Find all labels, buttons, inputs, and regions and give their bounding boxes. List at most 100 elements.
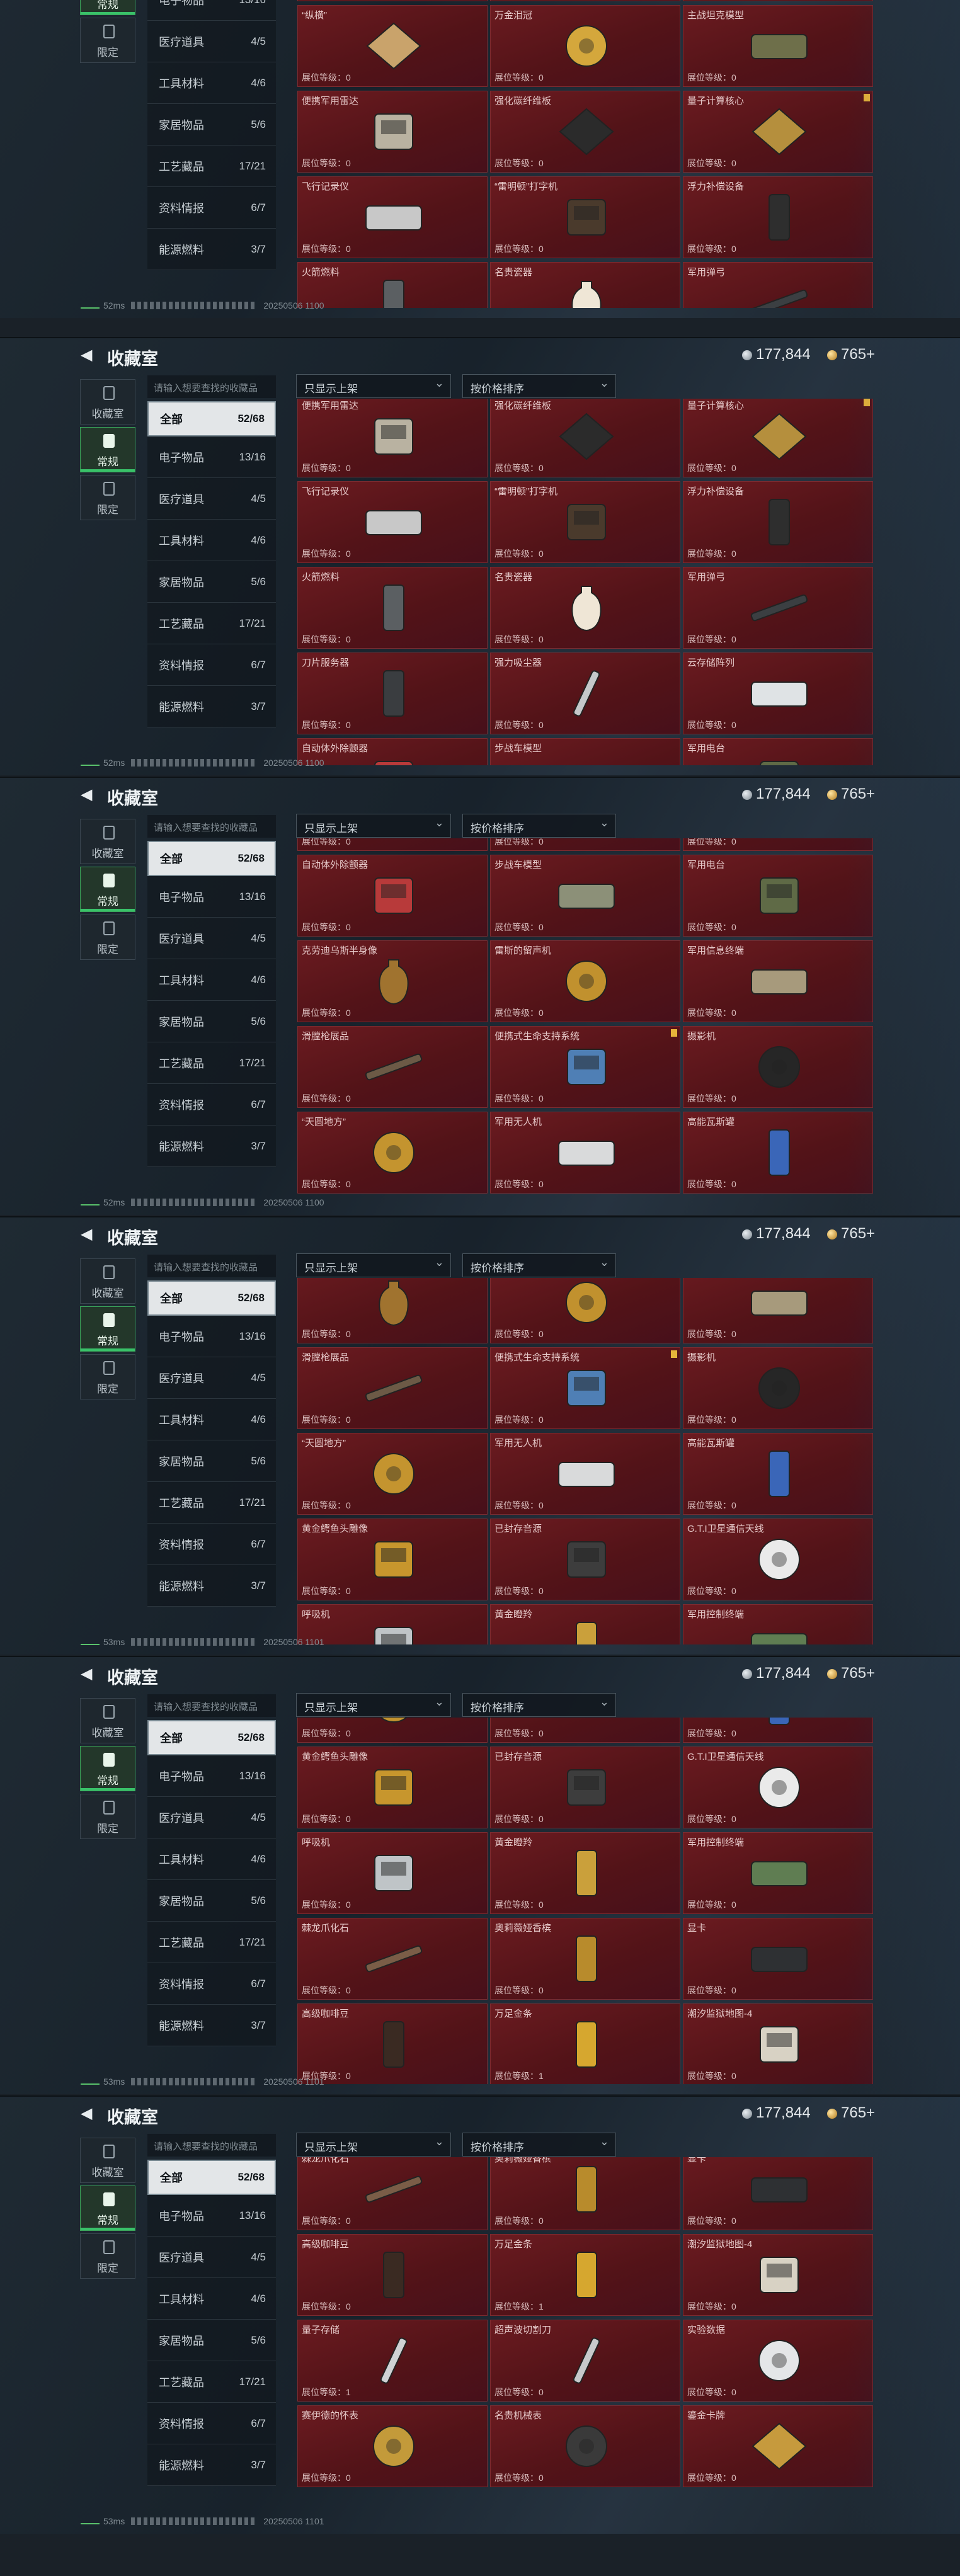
collection-card[interactable]: “天圆地方” 展位等级：0 (297, 1433, 488, 1515)
tab-limited[interactable]: 限定 (80, 18, 135, 63)
tab-collection[interactable]: 收藏室 (80, 1698, 135, 1743)
collection-card[interactable]: G.T.I卫星通信天线 展位等级：0 (683, 1747, 873, 1828)
category-item[interactable]: 全部 52/68 (147, 1720, 276, 1755)
collection-card[interactable]: 滑膛枪展品 展位等级：0 (297, 1347, 488, 1429)
collection-card[interactable]: 复苏呼吸机展位等级：0 (297, 0, 488, 1)
category-item[interactable]: 工具材料 4/6 (147, 959, 276, 1001)
collection-card[interactable]: 刀片服务器展位等级：0 (297, 653, 488, 734)
search-input[interactable]: 请输入想要查找的收藏品 (147, 1694, 276, 1717)
category-item[interactable]: 工具材料 4/6 (147, 1838, 276, 1880)
collection-card[interactable]: “雷明顿”打字机 展位等级：0 (490, 481, 680, 563)
tab-limited[interactable]: 限定 (80, 915, 135, 960)
collection-card[interactable]: 黄金鳄鱼头雕像 展位等级：0 (297, 1747, 488, 1828)
tab-limited[interactable]: 限定 (80, 2233, 135, 2279)
sort-dropdown[interactable]: 按价格排序 (462, 374, 616, 398)
collection-card[interactable]: 强力吸尘器展位等级：0 (490, 838, 680, 851)
collection-card[interactable]: “纵横” 展位等级：0 (297, 5, 488, 87)
tab-regular[interactable]: 常规 (80, 1306, 135, 1352)
tab-limited[interactable]: 限定 (80, 1794, 135, 1839)
collection-card[interactable]: 名贵瓷器展位等级：0 (490, 567, 680, 649)
category-item[interactable]: 全部 52/68 (147, 2160, 276, 2195)
category-item[interactable]: 工艺藏品 17/21 (147, 1922, 276, 1963)
collection-card[interactable]: 黄金瞪羚展位等级：0 (490, 1604, 680, 1644)
collection-card[interactable]: 军用信息终端展位等级：0 (683, 1278, 873, 1343)
tab-regular[interactable]: 常规 (80, 2186, 135, 2231)
collection-card[interactable]: 军用电台展位等级：0 (683, 855, 873, 937)
category-item[interactable]: 全部 52/68 (147, 401, 276, 436)
category-item[interactable]: 工具材料 4/6 (147, 520, 276, 561)
collection-card[interactable]: 万金泪冠 展位等级：0 (490, 5, 680, 87)
collection-card[interactable]: 火箭燃料展位等级：0 (297, 567, 488, 649)
collection-card[interactable]: 军用无人机展位等级：0 (490, 1718, 680, 1743)
collection-card[interactable]: 便携式生命支持系统 展位等级：0 (490, 1026, 680, 1108)
collection-card[interactable]: 黄金瞪羚展位等级：0 (490, 1832, 680, 1914)
category-item[interactable]: 能源燃料 3/7 (147, 1126, 276, 1167)
collection-card[interactable]: 克劳迪乌斯半身像展位等级：0 (297, 1278, 488, 1343)
sort-dropdown[interactable]: 按价格排序 (462, 1253, 616, 1277)
collection-card[interactable]: 滑膛枪展品 展位等级：0 (297, 1026, 488, 1108)
collection-card[interactable]: 名贵瓷器展位等级：0 (490, 262, 680, 308)
collection-card[interactable]: 黄金鳄鱼头雕像 展位等级：0 (297, 1519, 488, 1600)
collection-card[interactable]: 步战车模型展位等级：0 (490, 855, 680, 937)
collection-card[interactable]: 超声波切割刀 展位等级：0 (490, 2320, 680, 2402)
filter-dropdown[interactable]: 只显示上架 (296, 1253, 451, 1277)
tab-collection[interactable]: 收藏室 (80, 379, 135, 425)
collection-card[interactable]: 强化碳纤维板 展位等级：0 (490, 91, 680, 173)
collection-card[interactable]: 军用信息终端展位等级：0 (683, 940, 873, 1022)
category-item[interactable]: 家居物品 5/6 (147, 1880, 276, 1922)
collection-card[interactable]: 显卡 展位等级：0 (683, 1918, 873, 2000)
collection-card[interactable]: 高能瓦斯罐展位等级：0 (683, 1433, 873, 1515)
category-item[interactable]: 资料情报 6/7 (147, 1524, 276, 1565)
category-item[interactable]: 资料情报 6/7 (147, 644, 276, 686)
search-input[interactable]: 请输入想要查找的收藏品 (147, 815, 276, 838)
category-item[interactable]: 能源燃料 3/7 (147, 686, 276, 727)
collection-card[interactable]: 军用控制终端展位等级：0 (683, 1604, 873, 1644)
collection-card[interactable]: 雷斯的留声机展位等级：0 (490, 1278, 680, 1343)
collection-card[interactable]: 量子计算核心 展位等级：0 (683, 399, 873, 477)
chevron-left-icon[interactable]: ◀ (81, 1225, 92, 1243)
category-item[interactable]: 能源燃料 3/7 (147, 229, 276, 270)
category-item[interactable]: 能源燃料 3/7 (147, 1565, 276, 1607)
collection-card[interactable]: 微型反应炉展位等级：0 (490, 0, 680, 1)
collection-card[interactable]: 便携军用雷达 展位等级：0 (297, 399, 488, 477)
collection-card[interactable]: 万足金条 展位等级：1 (490, 2234, 680, 2316)
collection-card[interactable]: 军用弹弓展位等级：0 (683, 262, 873, 308)
chevron-left-icon[interactable]: ◀ (81, 2104, 92, 2123)
tab-collection[interactable]: 收藏室 (80, 2138, 135, 2183)
category-item[interactable]: 工艺藏品 17/21 (147, 1042, 276, 1084)
collection-card[interactable]: 火箭燃料展位等级：0 (297, 262, 488, 308)
category-item[interactable]: 电子物品 13/16 (147, 876, 276, 918)
collection-card[interactable]: 刀片服务器展位等级：0 (297, 838, 488, 851)
tab-regular[interactable]: 常规 (80, 1746, 135, 1791)
category-item[interactable]: 医疗道具 4/5 (147, 2237, 276, 2278)
category-item[interactable]: 工艺藏品 17/21 (147, 1482, 276, 1524)
collection-card[interactable]: 雷斯的留声机展位等级：0 (490, 940, 680, 1022)
tab-collection[interactable]: 收藏室 (80, 819, 135, 864)
category-item[interactable]: 电子物品 13/16 (147, 436, 276, 478)
category-item[interactable]: 电子物品 13/16 (147, 2195, 276, 2237)
chevron-left-icon[interactable]: ◀ (81, 346, 92, 364)
search-input[interactable]: 请输入想要查找的收藏品 (147, 375, 276, 398)
collection-card[interactable]: 已封存音源 展位等级：0 (490, 1747, 680, 1828)
collection-card[interactable]: 便携式生命支持系统 展位等级：0 (490, 1347, 680, 1429)
collection-card[interactable]: 棘龙爪化石 展位等级：0 (297, 1918, 488, 2000)
collection-card[interactable]: 实验数据 展位等级：0 (683, 2320, 873, 2402)
collection-card[interactable]: 摄影机 展位等级：0 (683, 1347, 873, 1429)
category-item[interactable]: 电子物品 13/16 (147, 1316, 276, 1357)
category-item[interactable]: 电子物品 13/16 (147, 1755, 276, 1797)
search-input[interactable]: 请输入想要查找的收藏品 (147, 2134, 276, 2157)
category-item[interactable]: 资料情报 6/7 (147, 187, 276, 229)
collection-card[interactable]: 强力吸尘器展位等级：0 (490, 653, 680, 734)
collection-card[interactable]: 量子计算核心 展位等级：0 (683, 91, 873, 173)
chevron-left-icon[interactable]: ◀ (81, 1665, 92, 1683)
sort-dropdown[interactable]: 按价格排序 (462, 814, 616, 838)
category-item[interactable]: 资料情报 6/7 (147, 1963, 276, 2005)
collection-card[interactable]: 飞行记录仪 展位等级：0 (297, 481, 488, 563)
tab-regular[interactable]: 常规 (80, 867, 135, 912)
collection-card[interactable]: 呼吸机展位等级：0 (297, 1604, 488, 1644)
category-item[interactable]: 家居物品 5/6 (147, 1440, 276, 1482)
collection-card[interactable]: “天圆地方” 展位等级：0 (297, 1112, 488, 1194)
collection-card[interactable]: 量子存储 展位等级：1 (297, 2320, 488, 2402)
filter-dropdown[interactable]: 只显示上架 (296, 814, 451, 838)
collection-card[interactable]: 名贵机械表 展位等级：0 (490, 2405, 680, 2487)
